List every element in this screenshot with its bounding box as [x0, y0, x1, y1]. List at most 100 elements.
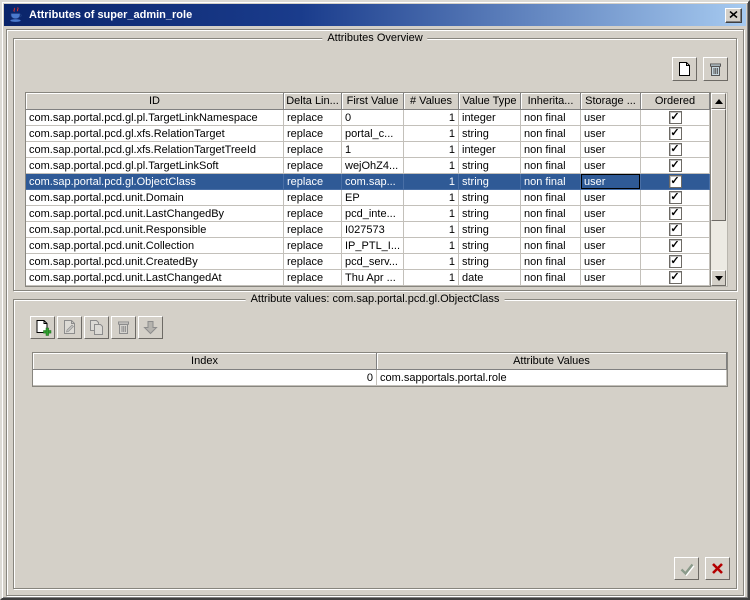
table-row[interactable]: com.sap.portal.pcd.unit.LastChangedBy re… [26, 206, 710, 222]
cell-inheritance[interactable]: non final [521, 238, 581, 254]
cell-first-value[interactable]: pcd_inte... [342, 206, 404, 222]
table-row[interactable]: com.sap.portal.pcd.unit.Domain replace E… [26, 190, 710, 206]
cell-inheritance[interactable]: non final [521, 254, 581, 270]
cell-first-value[interactable]: pcd_serv... [342, 254, 404, 270]
cell-storage[interactable]: user [581, 174, 641, 190]
cell-num-values[interactable]: 1 [404, 110, 459, 126]
cell-id[interactable]: com.sap.portal.pcd.gl.xfs.RelationTarget… [26, 142, 284, 158]
cell-storage[interactable]: user [581, 126, 641, 142]
cell-storage[interactable]: user [581, 142, 641, 158]
ordered-checkbox[interactable]: ✓ [669, 111, 682, 124]
cancel-button[interactable] [705, 557, 730, 580]
column-header-storage[interactable]: Storage ... [581, 93, 641, 110]
table-row[interactable]: com.sap.portal.pcd.gl.xfs.RelationTarget… [26, 126, 710, 142]
cell-storage[interactable]: user [581, 222, 641, 238]
cell-inheritance[interactable]: non final [521, 270, 581, 286]
cell-id[interactable]: com.sap.portal.pcd.gl.pl.TargetLinkNames… [26, 110, 284, 126]
cell-id[interactable]: com.sap.portal.pcd.unit.Collection [26, 238, 284, 254]
cell-id[interactable]: com.sap.portal.pcd.gl.xfs.RelationTarget [26, 126, 284, 142]
delete-attribute-button[interactable] [703, 57, 728, 81]
cell-inheritance[interactable]: non final [521, 190, 581, 206]
cell-ordered[interactable]: ✓ [641, 174, 710, 190]
table-row[interactable]: com.sap.portal.pcd.gl.pl.TargetLinkSoft … [26, 158, 710, 174]
cell-id[interactable]: com.sap.portal.pcd.unit.LastChangedAt [26, 270, 284, 286]
table-row[interactable]: com.sap.portal.pcd.unit.LastChangedAt re… [26, 270, 710, 286]
column-header-attribute-values[interactable]: Attribute Values [377, 353, 727, 370]
column-header-id[interactable]: ID [26, 93, 284, 110]
ordered-checkbox[interactable]: ✓ [669, 191, 682, 204]
cell-delta-link[interactable]: replace [284, 206, 342, 222]
ordered-checkbox[interactable]: ✓ [669, 271, 682, 284]
cell-storage[interactable]: user [581, 206, 641, 222]
cell-first-value[interactable]: portal_c... [342, 126, 404, 142]
cell-delta-link[interactable]: replace [284, 254, 342, 270]
cell-delta-link[interactable]: replace [284, 270, 342, 286]
ok-button[interactable] [674, 557, 699, 580]
cell-id[interactable]: com.sap.portal.pcd.unit.Responsible [26, 222, 284, 238]
cell-delta-link[interactable]: replace [284, 126, 342, 142]
table-row[interactable]: com.sap.portal.pcd.unit.Responsible repl… [26, 222, 710, 238]
cell-inheritance[interactable]: non final [521, 222, 581, 238]
cell-ordered[interactable]: ✓ [641, 270, 710, 286]
column-header-index[interactable]: Index [33, 353, 377, 370]
cell-inheritance[interactable]: non final [521, 206, 581, 222]
ordered-checkbox[interactable]: ✓ [669, 239, 682, 252]
cell-storage[interactable]: user [581, 190, 641, 206]
cell-storage[interactable]: user [581, 254, 641, 270]
cell-first-value[interactable]: I027573 [342, 222, 404, 238]
cell-value-type[interactable]: string [459, 190, 521, 206]
cell-ordered[interactable]: ✓ [641, 142, 710, 158]
cell-attribute-value[interactable]: com.sapportals.portal.role [377, 370, 727, 386]
cell-inheritance[interactable]: non final [521, 126, 581, 142]
cell-delta-link[interactable]: replace [284, 174, 342, 190]
cell-first-value[interactable]: EP [342, 190, 404, 206]
cell-delta-link[interactable]: replace [284, 190, 342, 206]
cell-num-values[interactable]: 1 [404, 254, 459, 270]
table-row[interactable]: com.sap.portal.pcd.gl.xfs.RelationTarget… [26, 142, 710, 158]
cell-id[interactable]: com.sap.portal.pcd.unit.Domain [26, 190, 284, 206]
cell-ordered[interactable]: ✓ [641, 254, 710, 270]
ordered-checkbox[interactable]: ✓ [669, 207, 682, 220]
cell-id[interactable]: com.sap.portal.pcd.unit.LastChangedBy [26, 206, 284, 222]
cell-num-values[interactable]: 1 [404, 158, 459, 174]
cell-inheritance[interactable]: non final [521, 158, 581, 174]
scrollbar-up-button[interactable] [711, 93, 726, 109]
cell-id[interactable]: com.sap.portal.pcd.gl.pl.TargetLinkSoft [26, 158, 284, 174]
delete-value-button[interactable] [111, 316, 136, 339]
cell-num-values[interactable]: 1 [404, 126, 459, 142]
column-header-ordered[interactable]: Ordered [641, 93, 710, 110]
table-row[interactable]: 0 com.sapportals.portal.role [33, 370, 727, 386]
cell-value-type[interactable]: string [459, 158, 521, 174]
cell-id[interactable]: com.sap.portal.pcd.gl.ObjectClass [26, 174, 284, 190]
column-header-inheritance[interactable]: Inherita... [521, 93, 581, 110]
cell-id[interactable]: com.sap.portal.pcd.unit.CreatedBy [26, 254, 284, 270]
cell-index[interactable]: 0 [33, 370, 377, 386]
cell-delta-link[interactable]: replace [284, 222, 342, 238]
cell-ordered[interactable]: ✓ [641, 126, 710, 142]
cell-storage[interactable]: user [581, 238, 641, 254]
table-row[interactable]: com.sap.portal.pcd.unit.Collection repla… [26, 238, 710, 254]
column-header-delta-link[interactable]: Delta Lin... [284, 93, 342, 110]
column-header-value-type[interactable]: Value Type [459, 93, 521, 110]
scrollbar-down-button[interactable] [711, 270, 726, 286]
cell-value-type[interactable]: date [459, 270, 521, 286]
cell-storage[interactable]: user [581, 110, 641, 126]
close-button[interactable] [725, 8, 742, 23]
cell-inheritance[interactable]: non final [521, 174, 581, 190]
ordered-checkbox[interactable]: ✓ [669, 255, 682, 268]
title-bar[interactable]: Attributes of super_admin_role [4, 4, 746, 26]
cell-ordered[interactable]: ✓ [641, 238, 710, 254]
add-value-button[interactable] [30, 316, 55, 339]
cell-delta-link[interactable]: replace [284, 238, 342, 254]
ordered-checkbox[interactable]: ✓ [669, 223, 682, 236]
table-row[interactable]: com.sap.portal.pcd.unit.CreatedBy replac… [26, 254, 710, 270]
table-row-selected[interactable]: com.sap.portal.pcd.gl.ObjectClass replac… [26, 174, 710, 190]
ordered-checkbox[interactable]: ✓ [669, 143, 682, 156]
cell-storage[interactable]: user [581, 270, 641, 286]
cell-first-value[interactable]: Thu Apr ... [342, 270, 404, 286]
cell-value-type[interactable]: string [459, 254, 521, 270]
cell-first-value[interactable]: 1 [342, 142, 404, 158]
cell-value-type[interactable]: string [459, 174, 521, 190]
scrollbar-thumb[interactable] [711, 109, 726, 221]
cell-num-values[interactable]: 1 [404, 142, 459, 158]
